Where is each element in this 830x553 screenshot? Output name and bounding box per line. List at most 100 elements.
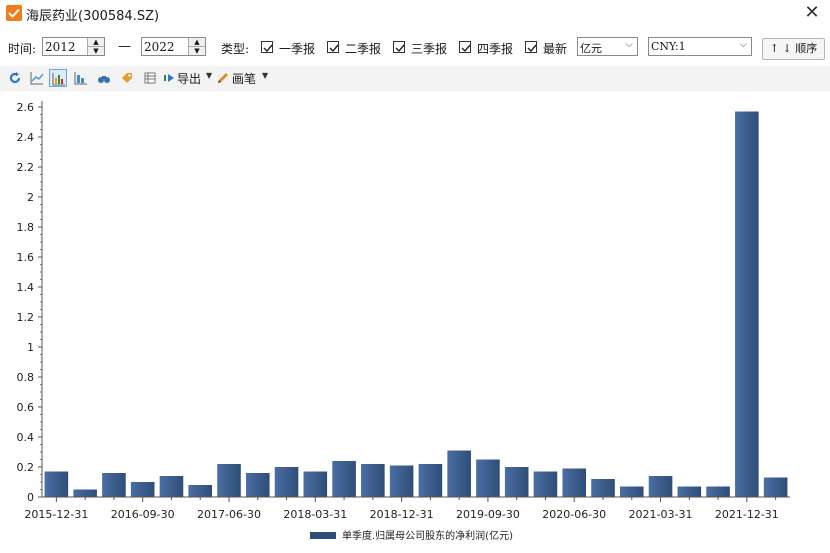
bar[interactable] bbox=[706, 486, 730, 498]
y-tick-label: 1.4 bbox=[17, 281, 35, 294]
y-tick-label: 0.8 bbox=[17, 371, 35, 384]
checkbox-q2[interactable] bbox=[327, 41, 339, 53]
x-tick-label: 2017-06-30 bbox=[197, 508, 261, 521]
pen-icon[interactable] bbox=[214, 69, 232, 87]
bar[interactable] bbox=[44, 471, 69, 498]
x-tick-label: 2015-12-31 bbox=[24, 508, 88, 521]
bar[interactable] bbox=[504, 467, 529, 497]
bar-chart-icon[interactable] bbox=[49, 69, 67, 87]
spin-up-icon[interactable]: ▲ bbox=[88, 38, 104, 47]
bar[interactable] bbox=[245, 473, 270, 497]
y-tick-label: 1 bbox=[27, 341, 34, 354]
checkbox-q4[interactable] bbox=[459, 41, 471, 53]
line-chart-icon[interactable] bbox=[28, 69, 46, 87]
bar[interactable] bbox=[159, 476, 184, 497]
x-tick-label: 2016-09-30 bbox=[111, 508, 175, 521]
bar[interactable] bbox=[735, 111, 759, 498]
spin-down-icon[interactable]: ▼ bbox=[189, 47, 205, 55]
checkbox-q4-label: 四季报 bbox=[477, 42, 514, 56]
caret-down-icon[interactable]: ▼ bbox=[206, 71, 212, 80]
currency-select[interactable]: CNY:1 ⌵ bbox=[648, 37, 752, 56]
spin-down-icon[interactable]: ▼ bbox=[88, 47, 104, 55]
y-tick-label: 0.4 bbox=[17, 431, 35, 444]
refresh-icon[interactable] bbox=[6, 69, 24, 87]
spinner-arrows[interactable]: ▲ ▼ bbox=[188, 38, 205, 55]
bar-series bbox=[44, 111, 788, 498]
y-tick-label: 0 bbox=[27, 491, 34, 504]
y-tick-label: 0.2 bbox=[17, 461, 35, 474]
checkbox-q1[interactable] bbox=[261, 41, 273, 53]
bar[interactable] bbox=[418, 464, 443, 497]
bar[interactable] bbox=[303, 471, 328, 498]
bar[interactable] bbox=[102, 473, 126, 497]
y-tick-label: 2.6 bbox=[17, 101, 35, 114]
y-tick-label: 1.6 bbox=[17, 251, 35, 264]
time-label: 时间: bbox=[8, 42, 37, 56]
x-tick-label: 2021-12-31 bbox=[715, 508, 779, 521]
type-label: 类型: bbox=[221, 42, 250, 56]
x-tick-label: 2018-03-31 bbox=[283, 508, 347, 521]
bar[interactable] bbox=[677, 486, 702, 498]
bar-chart: 0 0.2 0.4 0.6 0.8 1 1.2 1.4 1.6 1.8 2 2.2 2.4 2.6 201… bbox=[17, 101, 790, 542]
legend-swatch bbox=[310, 532, 336, 539]
unit-select-value: 亿元 bbox=[580, 42, 602, 55]
bar[interactable] bbox=[533, 471, 558, 498]
bar[interactable] bbox=[188, 485, 213, 497]
chart-toolbar: 导出 ▼ 画笔 ▼ bbox=[0, 66, 830, 91]
spin-up-icon[interactable]: ▲ bbox=[189, 38, 205, 47]
tag-icon[interactable] bbox=[118, 69, 136, 87]
currency-select-value: CNY:1 bbox=[651, 40, 686, 53]
table-icon[interactable] bbox=[141, 69, 159, 87]
y-tick-label: 0.6 bbox=[17, 401, 35, 414]
bar[interactable] bbox=[217, 464, 241, 497]
checkbox-latest[interactable] bbox=[525, 41, 537, 53]
export-label[interactable]: 导出 bbox=[177, 70, 201, 87]
x-tick-label: 2021-03-31 bbox=[629, 508, 693, 521]
start-year-value: 2012 bbox=[45, 40, 76, 54]
unit-select[interactable]: 亿元 ⌵ bbox=[577, 37, 638, 56]
bar[interactable] bbox=[619, 486, 644, 498]
checkbox-latest-label: 最新 bbox=[543, 42, 568, 56]
pen-label[interactable]: 画笔 bbox=[232, 70, 256, 87]
bar[interactable] bbox=[447, 450, 471, 498]
bar[interactable] bbox=[591, 479, 615, 497]
checkbox-q3-label: 三季报 bbox=[411, 42, 448, 56]
caret-down-icon[interactable]: ▼ bbox=[262, 71, 268, 80]
order-button[interactable]: ↑ ↓ 顺序 bbox=[762, 38, 825, 60]
bar[interactable] bbox=[763, 477, 788, 498]
spinner-arrows[interactable]: ▲ ▼ bbox=[87, 38, 104, 55]
title-bar: 海辰药业(300584.SZ) ✕ bbox=[0, 0, 830, 28]
filter-bar: 时间: 2012 ▲ ▼ — 2022 ▲ ▼ 类型: 一季报 二季报 三季报 四季… bbox=[0, 35, 830, 60]
bar[interactable] bbox=[648, 476, 673, 497]
x-tick-label: 2018-12-31 bbox=[370, 508, 434, 521]
x-axis: 2015-12-31 2016-09-30 2017-06-30 2018-03-31… bbox=[24, 496, 790, 521]
legend: 单季度.归属母公司股东的净利润(亿元) bbox=[310, 529, 513, 542]
bar[interactable] bbox=[562, 468, 587, 498]
binoculars-icon[interactable] bbox=[95, 69, 113, 87]
end-year-value: 2022 bbox=[144, 40, 175, 54]
checkbox-q3[interactable] bbox=[393, 41, 405, 53]
y-tick-label: 2 bbox=[27, 191, 34, 204]
y-axis: 0 0.2 0.4 0.6 0.8 1 1.2 1.4 1.6 1.8 2 2.2 2.4 2.6 bbox=[17, 101, 43, 504]
bar[interactable] bbox=[361, 464, 385, 497]
bar[interactable] bbox=[332, 461, 356, 497]
end-year-spinner[interactable]: 2022 ▲ ▼ bbox=[141, 37, 206, 56]
y-tick-label: 2.2 bbox=[17, 161, 35, 174]
chevron-down-icon: ⌵ bbox=[625, 39, 633, 50]
chevron-down-icon: ⌵ bbox=[739, 39, 747, 50]
checkbox-q2-label: 二季报 bbox=[345, 42, 382, 56]
x-tick-label: 2020-06-30 bbox=[542, 508, 606, 521]
bar[interactable] bbox=[130, 482, 155, 497]
close-icon[interactable]: ✕ bbox=[802, 2, 822, 24]
stacked-bar-icon[interactable] bbox=[72, 69, 90, 87]
y-tick-label: 2.4 bbox=[17, 131, 35, 144]
y-tick-label: 1.8 bbox=[17, 221, 35, 234]
bar[interactable] bbox=[476, 459, 500, 498]
app-check-icon bbox=[6, 5, 22, 21]
bar[interactable] bbox=[389, 465, 414, 498]
start-year-spinner[interactable]: 2012 ▲ ▼ bbox=[42, 37, 105, 56]
bar[interactable] bbox=[73, 489, 97, 498]
bar[interactable] bbox=[274, 467, 299, 497]
x-tick-label: 2019-09-30 bbox=[456, 508, 520, 521]
y-tick-label: 1.2 bbox=[17, 311, 35, 324]
